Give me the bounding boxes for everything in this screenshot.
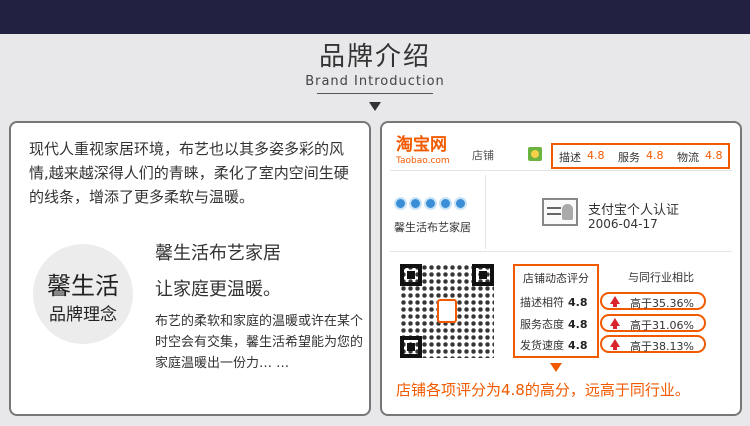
industry-compare-title: 与同行业相比 [628, 271, 694, 284]
score-label: 描述 [559, 151, 581, 164]
crown-icon [409, 197, 422, 210]
vertical-divider [485, 175, 486, 249]
down-arrow-icon [369, 102, 381, 111]
score-label: 物流 [677, 151, 699, 164]
dynamic-score-row: 发货速度 4.8 [520, 337, 588, 353]
intro-text: 现代人重视家居环境，布艺也以其多姿多彩的风情,越来越深得人们的青睐，柔化了室内空… [29, 140, 349, 206]
compare-badge: 高于31.06% [600, 314, 706, 332]
id-card-icon [542, 198, 578, 226]
score-value: 4.8 [705, 149, 723, 162]
dynamic-score-value: 4.8 [568, 296, 588, 309]
store-label: 店铺 [472, 149, 494, 162]
up-arrow-icon [610, 296, 620, 307]
alipay-certification-date: 2006-04-17 [588, 217, 658, 231]
phone-icon [437, 299, 457, 323]
score-value: 4.8 [646, 149, 664, 162]
score-label: 服务 [618, 151, 640, 164]
taobao-logo[interactable]: 淘宝网 [396, 136, 447, 154]
brand-philosophy-panel: 现代人重视家居环境，布艺也以其多姿多彩的风情,越来越深得人们的青睐，柔化了室内空… [9, 121, 371, 416]
dynamic-score-box: 店铺动态评分 描述相符 4.8 服务态度 4.8 发货速度 4.8 [513, 264, 599, 358]
circle-brand-concept: 品牌理念 [49, 305, 117, 325]
wangwang-icon[interactable] [528, 147, 542, 161]
heading-title: 品牌介绍 [318, 42, 431, 72]
taobao-logo-sub: Taobao.com [396, 156, 450, 166]
dynamic-score-row: 描述相符 4.8 [520, 294, 588, 310]
philosophy-paragraph: 布艺的柔软和家庭的温暖或许在某个时空会有交集，馨生活希望能为您的家庭温暖出一份力… [155, 314, 364, 371]
score-value: 4.8 [587, 149, 605, 162]
compare-badge: 高于38.13% [600, 335, 706, 353]
compare-badge: 高于35.36% [600, 292, 706, 310]
slogan-line-2: 让家庭更温暖。 [155, 279, 281, 300]
qr-code [400, 264, 494, 358]
crown-icon [424, 197, 437, 210]
down-arrow-icon [550, 363, 562, 372]
horizontal-divider [390, 251, 732, 252]
heading-divider [317, 93, 433, 94]
store-name[interactable]: 馨生活布艺家居 [394, 219, 471, 235]
alipay-certification-label: 支付宝个人认证 [588, 203, 680, 218]
top-banner-bar [0, 0, 750, 34]
heading-subtitle: Brand Introduction [305, 74, 445, 89]
crown-icon [454, 197, 467, 210]
up-arrow-icon [610, 339, 620, 350]
compare-value: 高于38.13% [630, 340, 694, 353]
dynamic-score-value: 4.8 [568, 339, 588, 352]
dynamic-score-label: 描述相符 [520, 296, 564, 309]
section-heading: 品牌介绍 Brand Introduction [0, 40, 750, 94]
dynamic-score-label: 发货速度 [520, 339, 564, 352]
crown-icon [439, 197, 452, 210]
rating-summary: 店铺各项评分为4.8的高分，远高于同行业。 [396, 381, 690, 399]
crown-icon [394, 197, 407, 210]
dynamic-score-row: 服务态度 4.8 [520, 316, 588, 332]
dynamic-score-label: 服务态度 [520, 318, 564, 331]
slogan-line-1: 馨生活布艺家居 [155, 243, 281, 264]
store-scores-box: 描述 4.8 服务 4.8 物流 4.8 [551, 143, 730, 169]
dynamic-score-title: 店铺动态评分 [523, 272, 589, 285]
circle-brand-name: 馨生活 [47, 272, 119, 300]
compare-value: 高于31.06% [630, 319, 694, 332]
compare-value: 高于35.36% [630, 297, 694, 310]
brand-circle-badge: 馨生活 品牌理念 [33, 244, 133, 344]
store-rating-panel: 淘宝网 Taobao.com 店铺 描述 4.8 服务 4.8 物流 4.8 馨… [380, 121, 742, 416]
store-header-row: 淘宝网 Taobao.com 店铺 描述 4.8 服务 4.8 物流 4.8 [390, 133, 732, 171]
up-arrow-icon [610, 318, 620, 329]
dynamic-score-value: 4.8 [568, 318, 588, 331]
seller-crown-rating [394, 195, 469, 214]
